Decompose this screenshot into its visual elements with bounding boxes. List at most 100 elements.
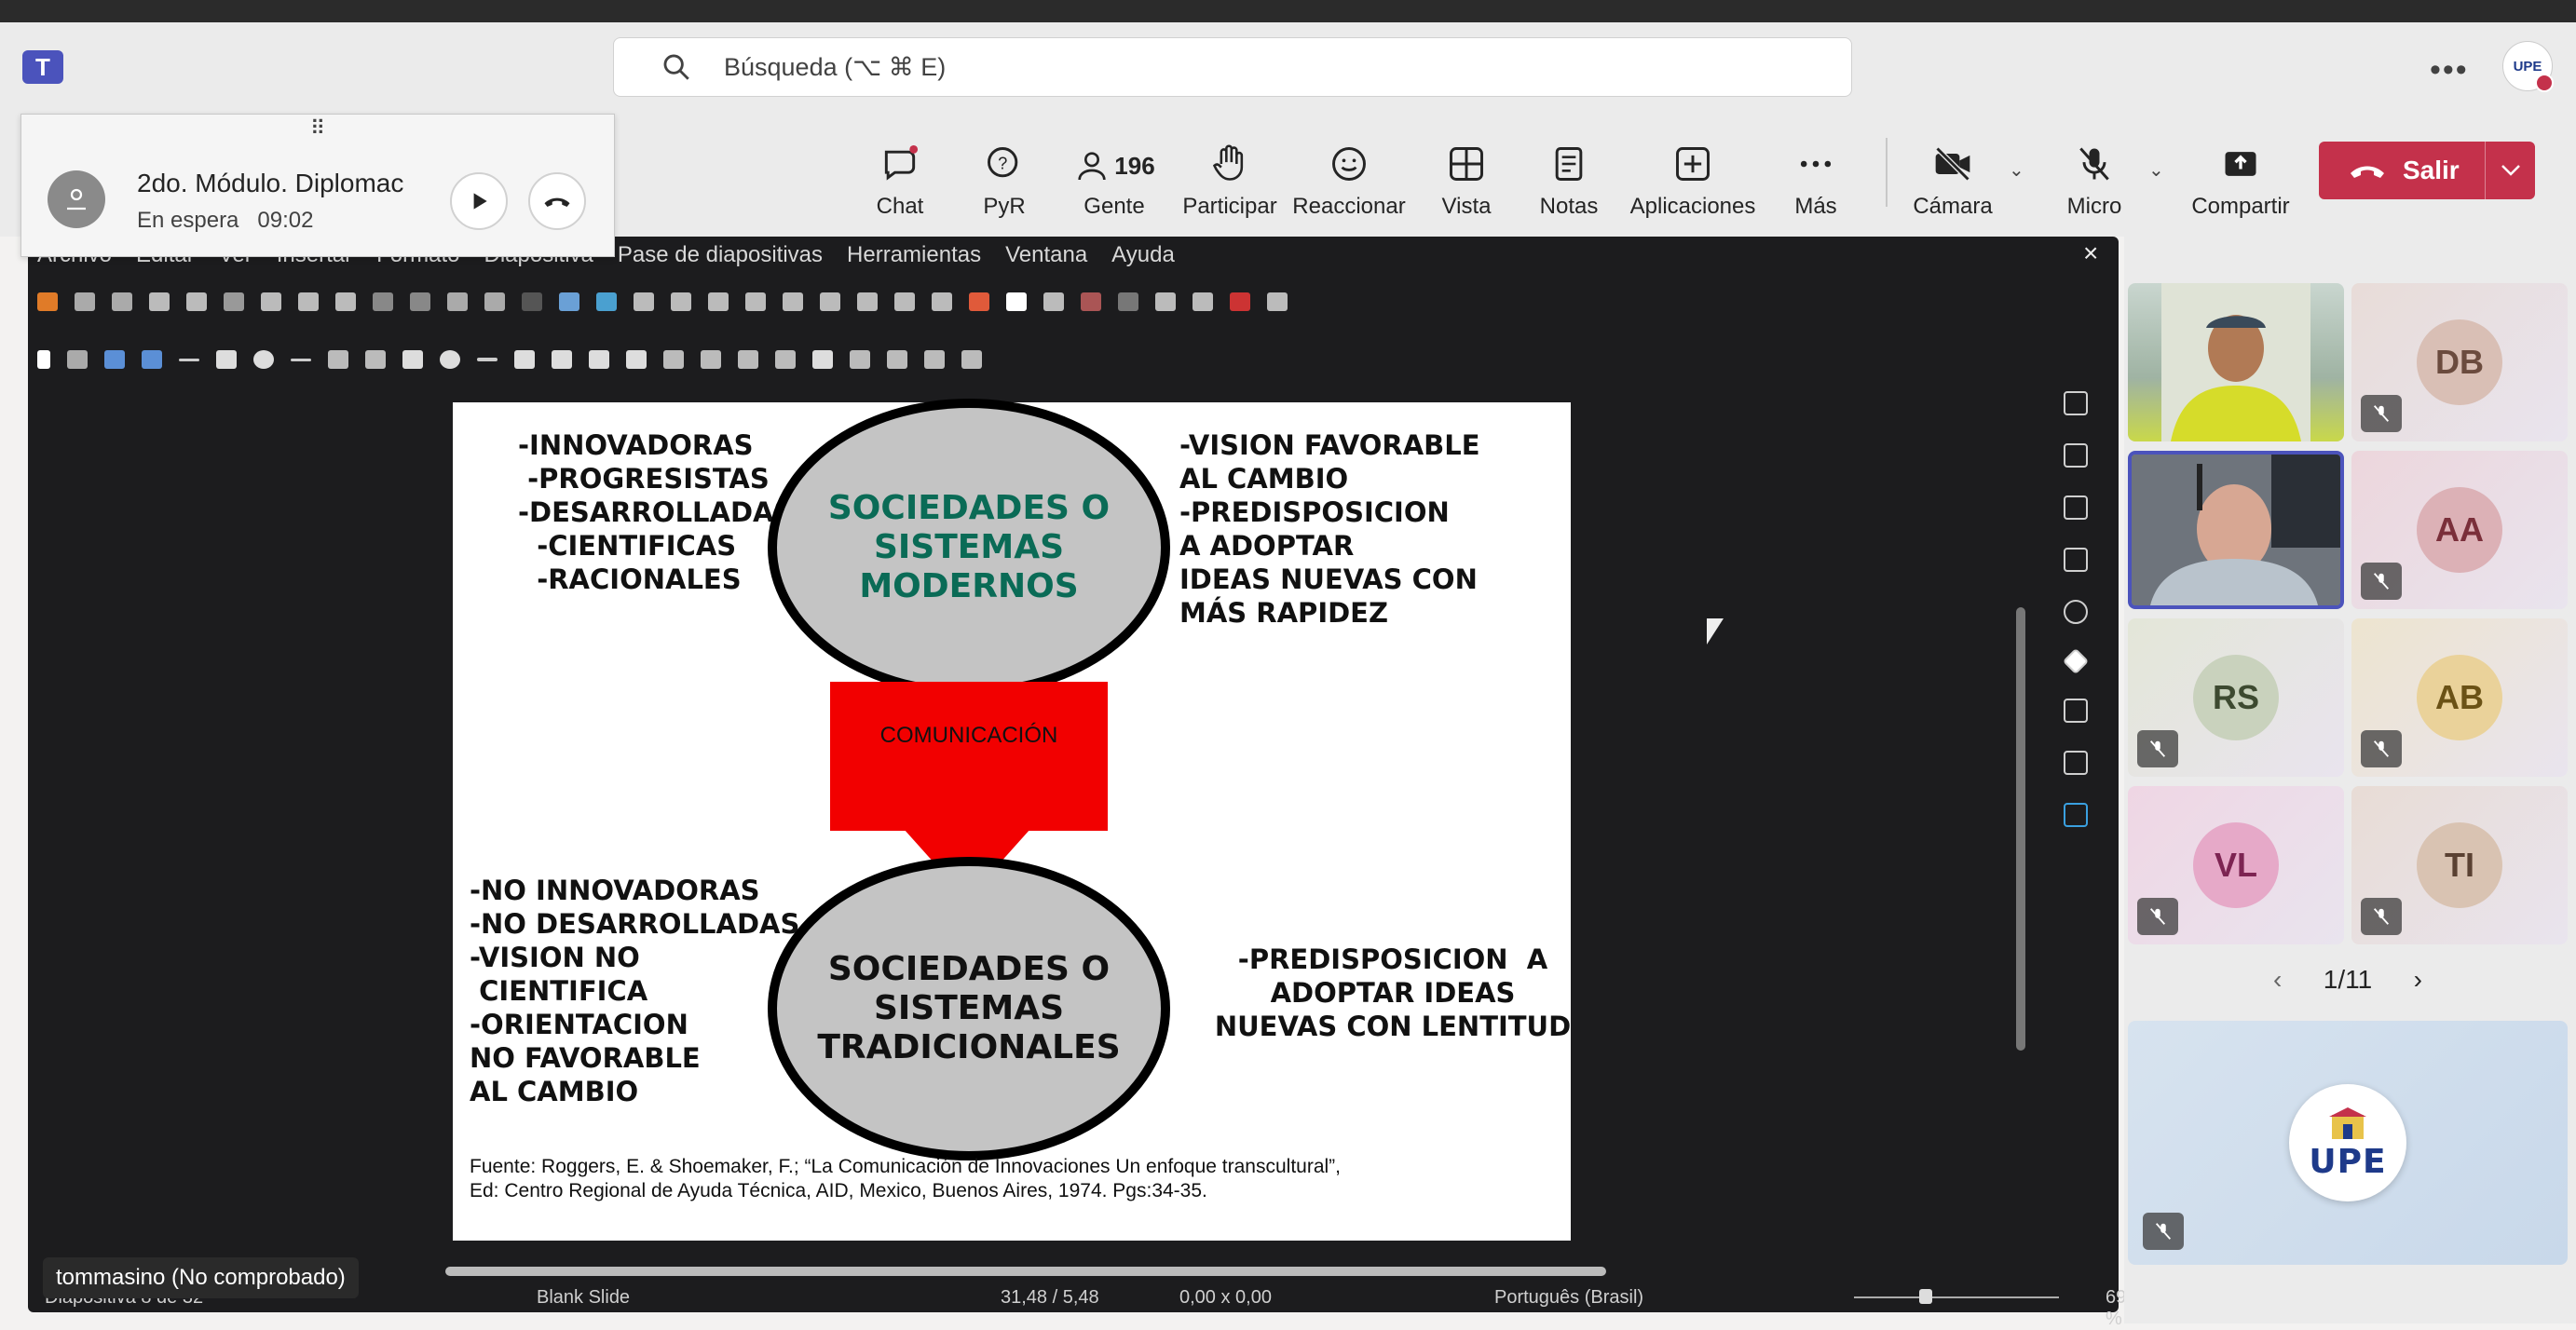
participant-tile[interactable]: VL	[2128, 786, 2344, 944]
view-button[interactable]: Vista	[1435, 130, 1498, 224]
chevron-left-icon[interactable]: ‹	[2273, 965, 2282, 995]
zoom-slider[interactable]	[1854, 1296, 2059, 1298]
participant-tile[interactable]: AB	[2351, 618, 2568, 777]
close-icon[interactable]: ×	[2083, 238, 2098, 268]
participant-avatar: TI	[2417, 822, 2502, 908]
mic-options-chevron-icon[interactable]: ⌄	[2148, 158, 2164, 182]
qa-icon: ?	[988, 147, 1018, 178]
leave-options-chevron-icon[interactable]	[2485, 142, 2535, 199]
hang-up-icon	[2351, 166, 2384, 178]
play-icon	[473, 193, 487, 210]
navigator-icon[interactable]	[2064, 600, 2088, 624]
chat-button[interactable]: Chat	[872, 130, 928, 224]
raise-hand-icon	[1212, 144, 1244, 181]
more-button[interactable]: Más	[1787, 130, 1845, 224]
avatar[interactable]: UPE	[2502, 41, 2554, 92]
slide-layout-icon[interactable]	[2064, 443, 2088, 468]
leave-button[interactable]: Salir	[2319, 142, 2535, 199]
language-indicator[interactable]: Português (Brasil)	[1494, 1287, 1643, 1309]
master-slides-icon[interactable]	[2064, 803, 2088, 827]
top-left-list: -INNOVADORAS -PROGRESISTAS -DESARROLLADA…	[518, 429, 794, 595]
share-icon	[2225, 152, 2256, 176]
emoji-icon	[1332, 147, 1366, 181]
people-button[interactable]: 196 Gente	[1062, 130, 1166, 224]
zoom-slider-handle[interactable]	[1919, 1289, 1932, 1304]
organization-tile[interactable]: UPE	[2128, 1021, 2568, 1265]
drawing-toolbar	[34, 339, 1878, 380]
cursor-position: 31,48 / 5,48	[1001, 1287, 1099, 1308]
hold-call-status: En espera 09:02	[137, 208, 314, 233]
participant-video-tile[interactable]	[2128, 283, 2344, 441]
slide-canvas[interactable]: -INNOVADORAS -PROGRESISTAS -DESARROLLADA…	[453, 399, 1572, 1241]
hang-up-icon	[544, 197, 570, 207]
vertical-scrollbar[interactable]	[2016, 607, 2025, 1051]
zoom-level[interactable]: 69 %	[2106, 1287, 2126, 1330]
impress-sidebar	[2048, 391, 2104, 969]
menu-ventana[interactable]: Ventana	[1005, 242, 1087, 268]
drag-handle-icon[interactable]: ⠿	[21, 115, 614, 142]
communication-label: COMUNICACIÓN	[879, 723, 1058, 748]
mouse-cursor-icon	[1707, 618, 1724, 645]
selection-size: 0,00 x 0,00	[1179, 1287, 1272, 1308]
resume-button[interactable]	[450, 172, 508, 230]
participant-tile[interactable]: RS	[2128, 618, 2344, 777]
notes-button[interactable]: Notas	[1537, 130, 1601, 224]
slide-layout-name: Blank Slide	[537, 1287, 631, 1308]
menu-ayuda[interactable]: Ayuda	[1111, 242, 1175, 268]
participant-tile[interactable]: DB	[2351, 283, 2568, 441]
shapes-icon[interactable]	[2062, 647, 2090, 675]
gallery-icon[interactable]	[2064, 548, 2088, 572]
menu-herramientas[interactable]: Herramientas	[847, 242, 981, 268]
menu-pase[interactable]: Pase de diapositivas	[618, 242, 823, 268]
share-button[interactable]: Compartir	[2189, 130, 2292, 224]
bottom-left-list: -NO INNOVADORAS -NO DESARROLLADAS -VISIO…	[470, 875, 800, 1107]
mic-muted-icon	[2361, 898, 2402, 935]
communication-arrow	[830, 682, 1108, 831]
react-button[interactable]: Reaccionar	[1291, 130, 1407, 224]
modern-societies-label: SOCIEDADES O SISTEMAS MODERNOS	[827, 489, 1111, 605]
participant-video	[2132, 455, 2340, 605]
mic-muted-icon	[2361, 395, 2402, 432]
animation-icon[interactable]	[2064, 751, 2088, 775]
horizontal-scrollbar[interactable]	[445, 1267, 1606, 1276]
source-citation: Fuente: Roggers, E. & Shoemaker, F.; “La…	[470, 1156, 1342, 1201]
participant-tile[interactable]: TI	[2351, 786, 2568, 944]
styles-icon[interactable]	[2064, 495, 2088, 520]
qa-button[interactable]: ? PyR	[976, 130, 1032, 224]
search-input[interactable]: Búsqueda (⌥ ⌘ E)	[613, 37, 1852, 97]
add-app-icon	[1676, 147, 1710, 181]
more-options-icon[interactable]: •••	[2430, 52, 2469, 88]
top-strip	[0, 0, 2576, 22]
properties-icon[interactable]	[2064, 391, 2088, 415]
svg-text:?: ?	[998, 154, 1007, 173]
modern-societies-ellipse: SOCIEDADES O SISTEMAS MODERNOS	[768, 399, 1170, 697]
mic-muted-icon	[2143, 1213, 2184, 1250]
apps-button[interactable]: Aplicaciones	[1627, 130, 1759, 224]
page-indicator: 1/11	[2323, 965, 2373, 994]
traditional-societies-ellipse: SOCIEDADES O SISTEMAS TRADICIONALES	[768, 857, 1170, 1160]
chevron-right-icon[interactable]: ›	[2414, 965, 2422, 995]
hold-call-title: 2do. Módulo. Diplomac	[137, 169, 404, 197]
more-icon	[1800, 160, 1832, 168]
camera-off-icon	[1935, 146, 1970, 182]
gallery-pager: ‹ 1/11 ›	[2273, 965, 2422, 995]
top-right-list: -VISION FAVORABLE AL CAMBIO -PREDISPOSIC…	[1179, 429, 1480, 629]
upe-logo: UPE	[2289, 1084, 2406, 1201]
camera-button[interactable]: Cámara	[1910, 130, 1996, 224]
presenter-name-tag: tommasino (No comprobado)	[43, 1257, 359, 1298]
on-hold-call-card[interactable]: ⠿ 2do. Módulo. Diplomac En espera 09:02	[20, 114, 615, 257]
bottom-right-list: -PREDISPOSICION A ADOPTAR IDEAS NUEVAS C…	[1214, 943, 1572, 1042]
mic-muted-icon	[2137, 730, 2178, 767]
slide-transition-icon[interactable]	[2064, 699, 2088, 723]
end-call-button[interactable]	[528, 172, 586, 230]
search-placeholder: Búsqueda (⌥ ⌘ E)	[724, 52, 947, 81]
raise-hand-button[interactable]: Participar	[1179, 130, 1280, 224]
participant-tile[interactable]: AA	[2351, 451, 2568, 609]
camera-options-chevron-icon[interactable]: ⌄	[2009, 158, 2024, 182]
teams-logo-icon[interactable]: T	[22, 50, 63, 84]
people-count: 196	[1114, 151, 1155, 180]
mic-button[interactable]: Micro	[2065, 130, 2124, 224]
active-speaker-video-tile[interactable]	[2128, 451, 2344, 609]
participant-avatar: VL	[2193, 822, 2279, 908]
participant-avatar: RS	[2193, 655, 2279, 740]
